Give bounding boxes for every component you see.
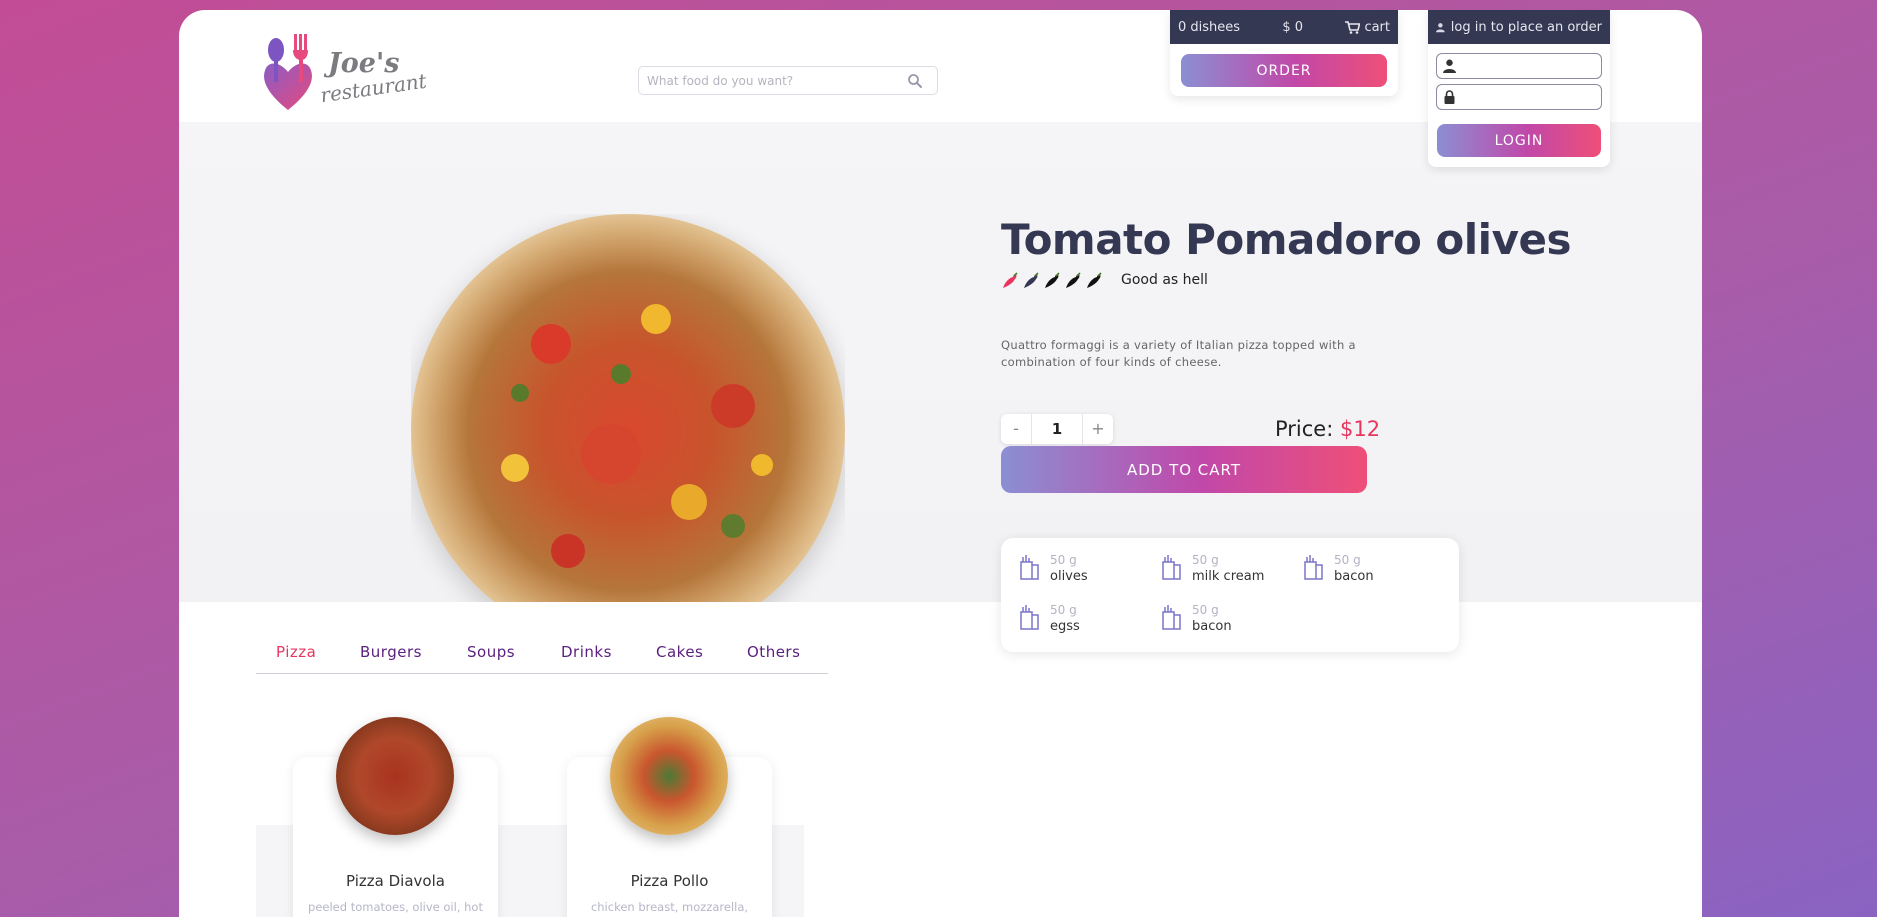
menu-item-name: Pizza Diavola — [346, 872, 445, 890]
username-field[interactable] — [1436, 53, 1602, 79]
grocery-bag-icon — [1304, 555, 1323, 580]
ingredient-item: 50 g olives — [1017, 553, 1088, 585]
ingredient-amount: 50 g — [1050, 603, 1077, 617]
tab-drinks[interactable]: Drinks — [561, 643, 612, 661]
hero-background — [179, 122, 1702, 602]
tab-soups[interactable]: Soups — [467, 643, 515, 661]
ingredient-item: 50 g milk cream — [1159, 553, 1264, 585]
menu-item-name: Pizza Pollo — [630, 872, 709, 890]
chili-pepper-icon — [1087, 272, 1102, 288]
ingredient-amount: 50 g — [1334, 553, 1361, 567]
cart-label: cart — [1364, 19, 1390, 35]
add-to-cart-button[interactable]: ADD TO CART — [1001, 446, 1367, 493]
pizza-diavola-image[interactable] — [336, 717, 454, 835]
ingredient-item: 50 g egss — [1017, 603, 1080, 635]
tab-cakes[interactable]: Cakes — [656, 643, 703, 661]
search-input[interactable] — [639, 67, 889, 94]
tab-pizza[interactable]: Pizza — [276, 643, 316, 661]
password-field[interactable] — [1436, 84, 1602, 110]
product-image — [411, 214, 845, 602]
grocery-bag-icon — [1020, 605, 1039, 630]
search-box — [638, 66, 938, 95]
quantity-increase-button[interactable]: + — [1083, 414, 1113, 444]
ingredient-item: 50 g bacon — [1159, 603, 1232, 635]
quantity-value[interactable]: 1 — [1031, 414, 1083, 444]
ingredient-name: milk cream — [1192, 569, 1265, 584]
tab-burgers[interactable]: Burgers — [360, 643, 422, 661]
cart-panel: 0 dishees $ 0 cart ORDER — [1170, 10, 1398, 96]
quantity-stepper: - 1 + — [1001, 414, 1113, 444]
restaurant-logo[interactable]: Joe's restaurant — [258, 28, 428, 112]
ingredient-item: 50 g bacon — [1301, 553, 1374, 585]
ingredient-name: bacon — [1334, 569, 1374, 584]
quantity-decrease-button[interactable]: - — [1001, 414, 1031, 444]
product-description: Quattro formaggi is a variety of Italian… — [1001, 338, 1356, 369]
login-panel: log in to place an order LOGIN — [1428, 10, 1610, 167]
cart-dishes-count: 0 dishees — [1178, 19, 1241, 35]
price: Price: $12 — [1275, 417, 1380, 441]
tab-others[interactable]: Others — [747, 643, 800, 661]
login-button[interactable]: LOGIN — [1437, 124, 1601, 157]
chili-pepper-icon — [1045, 272, 1060, 288]
user-icon — [1443, 59, 1456, 73]
login-prompt: log in to place an order — [1450, 19, 1602, 35]
order-button[interactable]: ORDER — [1181, 54, 1387, 87]
cart-summary-bar: 0 dishees $ 0 cart — [1170, 10, 1398, 44]
price-value: $12 — [1340, 417, 1381, 441]
product-title: Tomato Pomadoro olives — [1001, 215, 1571, 264]
user-icon — [1436, 22, 1445, 32]
search-icon[interactable] — [907, 73, 923, 89]
ingredient-amount: 50 g — [1050, 553, 1077, 567]
lock-icon — [1444, 90, 1455, 104]
spice-rating — [1001, 272, 1103, 290]
cart-icon — [1345, 20, 1361, 34]
pizza-pollo-image[interactable] — [610, 717, 728, 835]
fork-spoon-heart-icon — [264, 34, 312, 110]
grocery-bag-icon — [1162, 555, 1181, 580]
spice-label: Good as hell — [1121, 272, 1208, 288]
pizza-photo — [411, 214, 845, 602]
ingredient-name: bacon — [1192, 619, 1232, 634]
login-prompt-bar: log in to place an order — [1428, 10, 1610, 44]
ingredient-amount: 50 g — [1192, 553, 1219, 567]
menu-item-description: peeled tomatoes, olive oil, hot salami, … — [308, 900, 483, 917]
category-tabs: Pizza Burgers Soups Drinks Cakes Others — [256, 638, 828, 674]
grocery-bag-icon — [1162, 605, 1181, 630]
chili-pepper-icon — [1066, 272, 1081, 288]
ingredients-panel: 50 g olives 50 g milk cream 50 g bacon 50 g egs… — [1001, 538, 1459, 652]
chili-pepper-icon — [1003, 272, 1018, 288]
cart-link[interactable]: cart — [1345, 20, 1390, 35]
main-card: Joe's restaurant 0 dishees $ 0 cart ORDE… — [179, 10, 1702, 917]
cart-total: $ 0 — [1282, 19, 1304, 35]
ingredient-name: egss — [1050, 619, 1080, 634]
ingredient-amount: 50 g — [1192, 603, 1219, 617]
grocery-bag-icon — [1020, 555, 1039, 580]
ingredient-name: olives — [1050, 569, 1088, 584]
menu-item-description: chicken breast, mozzarella, Pizza dough,… — [590, 900, 749, 917]
price-label: Price: — [1275, 417, 1334, 441]
chili-pepper-icon — [1024, 272, 1039, 288]
